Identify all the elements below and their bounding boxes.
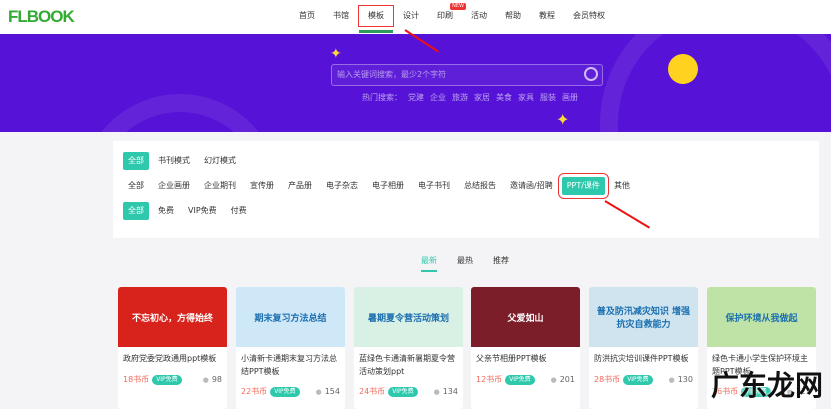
filter-mode-book[interactable]: 书刊模式 bbox=[153, 152, 195, 170]
filter-category[interactable]: 总结报告 bbox=[459, 177, 501, 195]
tab-hottest[interactable]: 最热 bbox=[457, 255, 473, 272]
price: 18书币 bbox=[123, 375, 150, 384]
template-title[interactable]: 小清新卡通期末复习方法总结PPT模板 bbox=[236, 347, 345, 381]
filter-category-ppt[interactable]: PPT/课件 bbox=[557, 173, 609, 199]
hot-tag[interactable]: 家具 bbox=[518, 92, 534, 103]
card-footer: 28书币 VIP免费 130 bbox=[594, 374, 693, 385]
filter-price-free[interactable]: 免费 bbox=[153, 202, 179, 220]
price: 24书币 bbox=[359, 387, 386, 396]
view-count: 154 bbox=[316, 387, 340, 396]
tab-recommended[interactable]: 推荐 bbox=[493, 255, 509, 272]
hot-tag[interactable]: 家居 bbox=[474, 92, 490, 103]
hot-tag[interactable]: 党建 bbox=[408, 92, 424, 103]
filter-category[interactable]: 企业期刊 bbox=[199, 177, 241, 195]
template-thumbnail[interactable]: 父爱如山 bbox=[471, 287, 580, 347]
hot-searches: 热门搜索： 党建 企业 旅游 家居 美食 家具 服装 画册 bbox=[362, 92, 578, 103]
template-card[interactable]: 期末复习方法总结 小清新卡通期末复习方法总结PPT模板 22书币 VIP免费 1… bbox=[236, 287, 345, 409]
card-footer: 24书币 VIP免费 134 bbox=[359, 386, 458, 397]
view-count: 134 bbox=[434, 387, 458, 396]
filter-category[interactable]: 宣传册 bbox=[245, 177, 279, 195]
search-icon[interactable] bbox=[584, 67, 598, 81]
template-card[interactable]: 暑期夏令营活动策划 蓝绿色卡通清新暑期夏令营活动策划ppt 24书币 VIP免费… bbox=[354, 287, 463, 409]
watermark: 广东龙网 bbox=[710, 369, 823, 402]
top-nav-bar: FLBOOK 首页 书馆 模板 设计 印刷 NEW 活动 帮助 教程 会员特权 bbox=[0, 0, 831, 34]
vip-badge: VIP免费 bbox=[505, 374, 535, 385]
filter-category[interactable]: 产品册 bbox=[283, 177, 317, 195]
hot-tag[interactable]: 服装 bbox=[540, 92, 556, 103]
mode-filter: 全部 书刊模式 幻灯模式 bbox=[123, 152, 245, 170]
filter-category[interactable]: 企业画册 bbox=[153, 177, 195, 195]
hot-tag[interactable]: 美食 bbox=[496, 92, 512, 103]
star-icon: ✦ bbox=[330, 46, 342, 62]
filter-mode-all[interactable]: 全部 bbox=[123, 152, 149, 170]
decor-circle bbox=[600, 34, 831, 132]
template-thumbnail[interactable]: 期末复习方法总结 bbox=[236, 287, 345, 347]
vip-badge: VIP免费 bbox=[152, 374, 182, 385]
search-input[interactable]: 输入关键词搜索，最少2个字符 bbox=[331, 64, 603, 86]
filter-price-paid[interactable]: 付费 bbox=[226, 202, 252, 220]
nav-home[interactable]: 首页 bbox=[290, 0, 324, 34]
template-card[interactable]: 普及防汛减灾知识 增强抗灾自救能力 防洪抗灾培训课件PPT模板 28书币 VIP… bbox=[589, 287, 698, 409]
view-count: 98 bbox=[203, 375, 222, 384]
main-nav: 首页 书馆 模板 设计 印刷 NEW 活动 帮助 教程 会员特权 bbox=[290, 0, 614, 34]
filter-panel: 全部 书刊模式 幻灯模式 全部 企业画册 企业期刊 宣传册 产品册 电子杂志 电… bbox=[113, 141, 819, 238]
hot-tag[interactable]: 企业 bbox=[430, 92, 446, 103]
logo[interactable]: FLBOOK bbox=[8, 7, 75, 27]
filter-category[interactable]: 邀请函/招聘 bbox=[505, 177, 558, 195]
star-icon: ✦ bbox=[556, 110, 570, 129]
filter-category[interactable]: 电子相册 bbox=[367, 177, 409, 195]
filter-category[interactable]: 其他 bbox=[609, 177, 635, 195]
filter-category[interactable]: 电子书刊 bbox=[413, 177, 455, 195]
template-thumbnail[interactable]: 保护环境从我做起 bbox=[707, 287, 816, 347]
price-filter: 全部 免费 VIP免费 付费 bbox=[123, 202, 256, 220]
category-filter: 全部 企业画册 企业期刊 宣传册 产品册 电子杂志 电子相册 电子书刊 总结报告… bbox=[123, 173, 639, 199]
template-title[interactable]: 蓝绿色卡通清新暑期夏令营活动策划ppt bbox=[354, 347, 463, 381]
view-count: 201 bbox=[551, 375, 575, 384]
vip-badge: VIP免费 bbox=[623, 374, 653, 385]
filter-category[interactable]: 电子杂志 bbox=[321, 177, 363, 195]
template-thumbnail[interactable]: 不忘初心，方得始终 bbox=[118, 287, 227, 347]
nav-membership[interactable]: 会员特权 bbox=[564, 0, 614, 34]
filter-category[interactable]: 全部 bbox=[123, 177, 149, 195]
vip-badge: VIP免费 bbox=[388, 386, 418, 397]
card-footer: 22书币 VIP免费 154 bbox=[241, 386, 340, 397]
card-footer: 18书币 VIP免费 98 bbox=[123, 374, 222, 385]
nav-design[interactable]: 设计 bbox=[394, 0, 428, 34]
nav-help[interactable]: 帮助 bbox=[496, 0, 530, 34]
hot-tag[interactable]: 旅游 bbox=[452, 92, 468, 103]
nav-templates[interactable]: 模板 bbox=[358, 5, 394, 33]
nav-print[interactable]: 印刷 NEW bbox=[428, 0, 466, 34]
decor-circle bbox=[80, 94, 280, 132]
card-footer: 12书币 VIP免费 201 bbox=[476, 374, 575, 385]
filter-price-all[interactable]: 全部 bbox=[123, 202, 149, 220]
nav-activity[interactable]: 活动 bbox=[462, 0, 496, 34]
nav-library[interactable]: 书馆 bbox=[324, 0, 358, 34]
hot-tag[interactable]: 画册 bbox=[562, 92, 578, 103]
filter-mode-slide[interactable]: 幻灯模式 bbox=[199, 152, 241, 170]
template-thumbnail[interactable]: 普及防汛减灾知识 增强抗灾自救能力 bbox=[589, 287, 698, 347]
filter-price-vip[interactable]: VIP免费 bbox=[183, 202, 222, 220]
price: 28书币 bbox=[594, 375, 621, 384]
price: 12书币 bbox=[476, 375, 503, 384]
sort-tabs: 最新 最热 推荐 bbox=[421, 255, 509, 272]
price: 22书币 bbox=[241, 387, 268, 396]
view-count: 130 bbox=[669, 375, 693, 384]
vip-badge: VIP免费 bbox=[270, 386, 300, 397]
template-thumbnail[interactable]: 暑期夏令营活动策划 bbox=[354, 287, 463, 347]
tab-latest[interactable]: 最新 bbox=[421, 255, 437, 272]
template-card[interactable]: 不忘初心，方得始终 政府党委党政通用ppt模板 18书币 VIP免费 98 bbox=[118, 287, 227, 409]
nav-tutorial[interactable]: 教程 bbox=[530, 0, 564, 34]
template-card[interactable]: 父爱如山 父亲节相册PPT模板 12书币 VIP免费 201 bbox=[471, 287, 580, 409]
